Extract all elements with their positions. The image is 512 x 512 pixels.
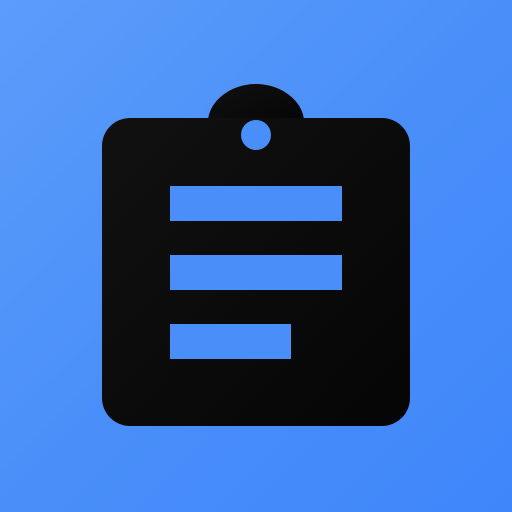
- clipboard-hole: [241, 120, 271, 150]
- list-line-1: [170, 186, 342, 221]
- list-line-2: [170, 255, 342, 290]
- list-line-3: [170, 324, 291, 359]
- clipboard-clip: [208, 84, 304, 122]
- clipboard-list-icon: [102, 84, 410, 426]
- clipboard-icon-container: [0, 0, 512, 512]
- app-icon-canvas: [0, 0, 512, 512]
